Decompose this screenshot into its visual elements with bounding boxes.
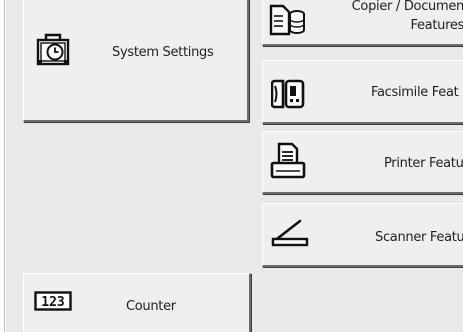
- copier-label-line2: Features: [410, 18, 463, 33]
- counter-icon: 123: [34, 291, 72, 315]
- document-stack-icon: [269, 4, 305, 40]
- counter-icon-digits: 123: [41, 295, 64, 310]
- system-settings-button[interactable]: System Settings: [23, 0, 249, 122]
- printer-icon: [270, 142, 306, 184]
- counter-label: Counter: [126, 299, 176, 314]
- clock-toolbox-icon: [36, 32, 72, 70]
- facsimile-features-label: Facsimile Feat: [371, 85, 459, 100]
- scanner-features-label: Scanner Featu: [375, 230, 463, 245]
- copier-label-line1: Copier / Documen: [351, 0, 463, 14]
- scanner-icon: [270, 218, 310, 252]
- printer-features-button[interactable]: Printer Featu: [262, 131, 463, 194]
- facsimile-features-button[interactable]: Facsimile Feat: [262, 60, 463, 124]
- system-settings-label: System Settings: [112, 45, 214, 60]
- fax-icon: [270, 78, 305, 114]
- copier-document-server-label: Copier / Documen Features: [352, 0, 463, 35]
- copier-document-server-button[interactable]: Copier / Documen Features: [262, 0, 463, 46]
- scanner-features-button[interactable]: Scanner Featu: [262, 203, 463, 267]
- printer-features-label: Printer Featu: [384, 156, 463, 171]
- counter-button[interactable]: 123 Counter: [23, 273, 251, 332]
- settings-menu-panel: System Settings Copier / Documen Feature…: [4, 0, 463, 332]
